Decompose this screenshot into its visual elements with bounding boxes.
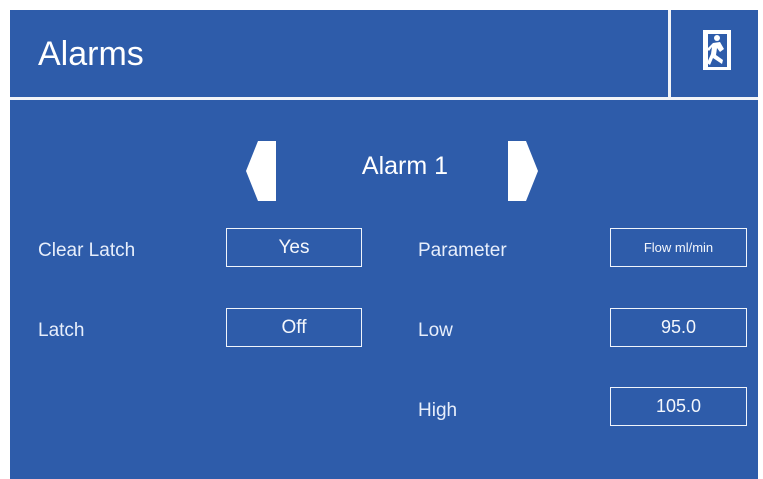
clear-latch-field[interactable]: Yes: [226, 228, 362, 267]
latch-label: Latch: [38, 320, 85, 341]
clear-latch-label: Clear Latch: [38, 240, 136, 261]
alarm-name: Alarm 1: [361, 152, 449, 180]
arrow-right-icon[interactable]: [508, 141, 538, 201]
high-field[interactable]: 105.0: [610, 387, 747, 426]
high-label: High: [418, 400, 458, 421]
low-field[interactable]: 95.0: [610, 308, 747, 347]
arrow-left-icon[interactable]: [246, 141, 276, 201]
alarms-screen: Alarms Alarm 1 Clear Latch Yes Latch Off…: [10, 10, 758, 479]
header-bar: Alarms: [10, 10, 758, 100]
exit-door-icon: [703, 30, 731, 70]
low-label: Low: [418, 320, 453, 341]
parameter-field[interactable]: Flow ml/min: [610, 228, 747, 267]
page-title: Alarms: [38, 35, 144, 73]
exit-button[interactable]: [668, 10, 758, 97]
parameter-label: Parameter: [418, 240, 507, 261]
latch-field[interactable]: Off: [226, 308, 362, 347]
